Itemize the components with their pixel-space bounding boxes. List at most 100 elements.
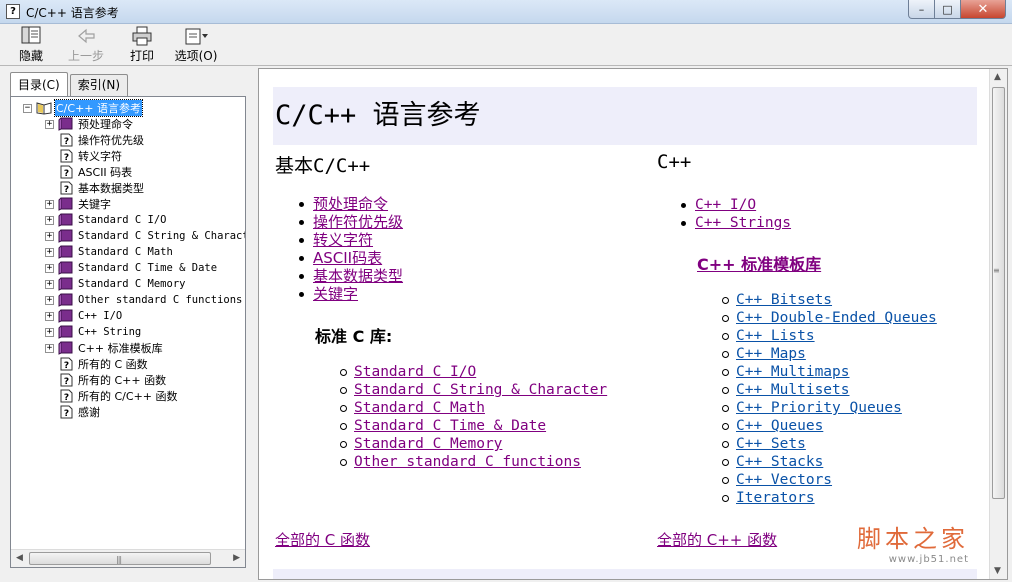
tree-item[interactable]: + C++ I/O [45,308,123,324]
help-page-icon: ? [60,165,73,179]
topic-link[interactable]: C++ Lists [736,328,815,344]
topic-link[interactable]: C++ I/O [695,197,756,213]
topic-link[interactable]: Standard C Memory [354,436,502,452]
topic-link[interactable]: Standard C I/O [354,364,476,380]
book-icon [58,309,73,323]
topic-link[interactable]: 转义字符 [313,231,373,249]
expand-icon[interactable]: + [45,295,54,305]
topic-link[interactable]: C++ Priority Queues [736,400,902,416]
tree-root[interactable]: − C/C++ 语言参考 [23,99,143,117]
tree-item[interactable]: ? 感谢 [45,404,101,420]
topic-link[interactable]: C++ Multimaps [736,364,850,380]
hide-button[interactable]: 隐藏 [14,26,48,64]
topic-link[interactable]: C++ Double-Ended Queues [736,310,937,326]
tree-item-label: Other standard C functions [78,294,243,306]
tree-item[interactable]: + 预处理命令 [45,116,134,132]
collapse-icon[interactable]: − [23,103,32,113]
all-cpp-functions-link[interactable]: 全部的 C++ 函数 [657,529,777,550]
contents-tree[interactable]: − C/C++ 语言参考 + 预处理命令? 操作符优先级? 转义字符? ASCII 码表… [11,97,245,549]
scroll-up-icon[interactable]: ▲ [994,72,1001,82]
topic-link[interactable]: C++ Vectors [736,472,832,488]
topic-link[interactable]: C++ Queues [736,418,823,434]
topic-link[interactable]: C++ Sets [736,436,806,452]
topic-link[interactable]: Standard C Time & Date [354,418,546,434]
tree-item[interactable]: ? 所有的 C++ 函数 [45,372,167,388]
tree-item-label: Standard C I/O [78,214,167,226]
stl-heading[interactable]: C++ 标准模板库 [697,251,821,275]
options-button[interactable]: 选项(O) [172,26,220,64]
topic-link[interactable]: Iterators [736,490,815,506]
topic-link[interactable]: 基本数据类型 [313,267,403,285]
expand-icon[interactable]: + [45,263,54,273]
tree-item[interactable]: + Standard C Time & Date [45,260,218,276]
close-button[interactable]: ✕ [961,0,1006,19]
print-button[interactable]: 打印 [126,26,158,64]
tree-horizontal-scrollbar[interactable]: ◀ ||| ▶ [11,549,245,567]
topic-link[interactable]: C++ Stacks [736,454,823,470]
tree-item[interactable]: + Other standard C functions [45,292,243,308]
expand-icon[interactable]: + [45,247,54,257]
list-item: Other standard C functions [339,453,607,471]
tab-index[interactable]: 索引(N) [69,74,129,96]
scroll-down-icon[interactable]: ▼ [994,566,1001,576]
topic-link[interactable]: C++ Multisets [736,382,850,398]
minimize-button[interactable]: – [908,0,935,19]
tree-item[interactable]: + C++ String [45,324,142,340]
list-item: Standard C I/O [339,363,607,381]
topic-link[interactable]: C++ Strings [695,215,791,231]
tree-item[interactable]: + Standard C String & Character [45,228,245,244]
expand-icon[interactable]: + [45,215,54,225]
expand-icon[interactable]: + [45,343,54,353]
scroll-left-icon[interactable]: ◀ [16,553,23,563]
expand-icon[interactable]: + [45,311,54,321]
expand-icon[interactable]: + [45,199,54,209]
stl-link-list: C++ Bitsets C++ Double-Ended Queues C++ Li… [722,291,937,507]
tree-item[interactable]: + C++ 标准模板库 [45,340,164,356]
expand-icon[interactable]: + [45,231,54,241]
all-c-functions-link[interactable]: 全部的 C 函数 [275,529,370,550]
topic-link[interactable]: C++ Bitsets [736,292,832,308]
expand-icon[interactable]: + [45,327,54,337]
tree-item[interactable]: + Standard C Memory [45,276,186,292]
print-label: 打印 [129,49,154,63]
tree-item[interactable]: ? 所有的 C/C++ 函数 [45,388,179,404]
maximize-button[interactable]: □ [935,0,961,19]
expand-icon[interactable]: + [45,279,54,289]
tree-item[interactable]: + Standard C I/O [45,212,168,228]
topic-link[interactable]: 预处理命令 [313,195,388,213]
book-icon [58,197,73,211]
topic-link[interactable]: C++ Maps [736,346,806,362]
list-item: Standard C Math [339,399,607,417]
topic-vertical-scrollbar[interactable]: ▲ ≡ ▼ [989,69,1007,579]
topic-link[interactable]: 关键字 [313,285,358,303]
book-icon [58,261,73,275]
tree-item-label: 转义字符 [78,150,122,163]
tree-item[interactable]: ? 所有的 C 函数 [45,356,149,372]
window-controls: – □ ✕ [908,0,1006,19]
topic-link[interactable]: 操作符优先级 [313,213,403,231]
expand-icon[interactable]: + [45,119,54,129]
tree-item-label: Standard C Memory [78,278,186,290]
svg-text:?: ? [64,393,69,403]
tree-item[interactable]: ? 操作符优先级 [45,132,145,148]
topic-link[interactable]: ASCII码表 [313,249,382,267]
tree-item-label: Standard C String & Character [78,230,245,242]
tree-item[interactable]: + Standard C Math [45,244,174,260]
printer-icon [132,26,152,46]
tree-item[interactable]: ? 基本数据类型 [45,180,145,196]
tree-item[interactable]: + 关键字 [45,196,112,212]
back-button[interactable]: 上一步 [66,26,106,64]
tree-item-label: C++ 标准模板库 [78,342,163,355]
help-page-icon: ? [60,373,73,387]
topic-link[interactable]: Standard C Math [354,400,485,416]
tab-contents[interactable]: 目录(C) [10,72,68,96]
topic-link[interactable]: Other standard C functions [354,454,581,470]
scroll-right-icon[interactable]: ▶ [233,553,240,563]
tree-item[interactable]: ? 转义字符 [45,148,123,164]
tree-item[interactable]: ? ASCII 码表 [45,164,133,180]
vertical-scroll-thumb[interactable] [992,87,1005,499]
title-bar: ? C/C++ 语言参考 – □ ✕ [0,0,1012,24]
topic-link[interactable]: Standard C String & Character [354,382,607,398]
list-item: C++ Multisets [722,381,937,399]
book-icon [58,117,73,131]
